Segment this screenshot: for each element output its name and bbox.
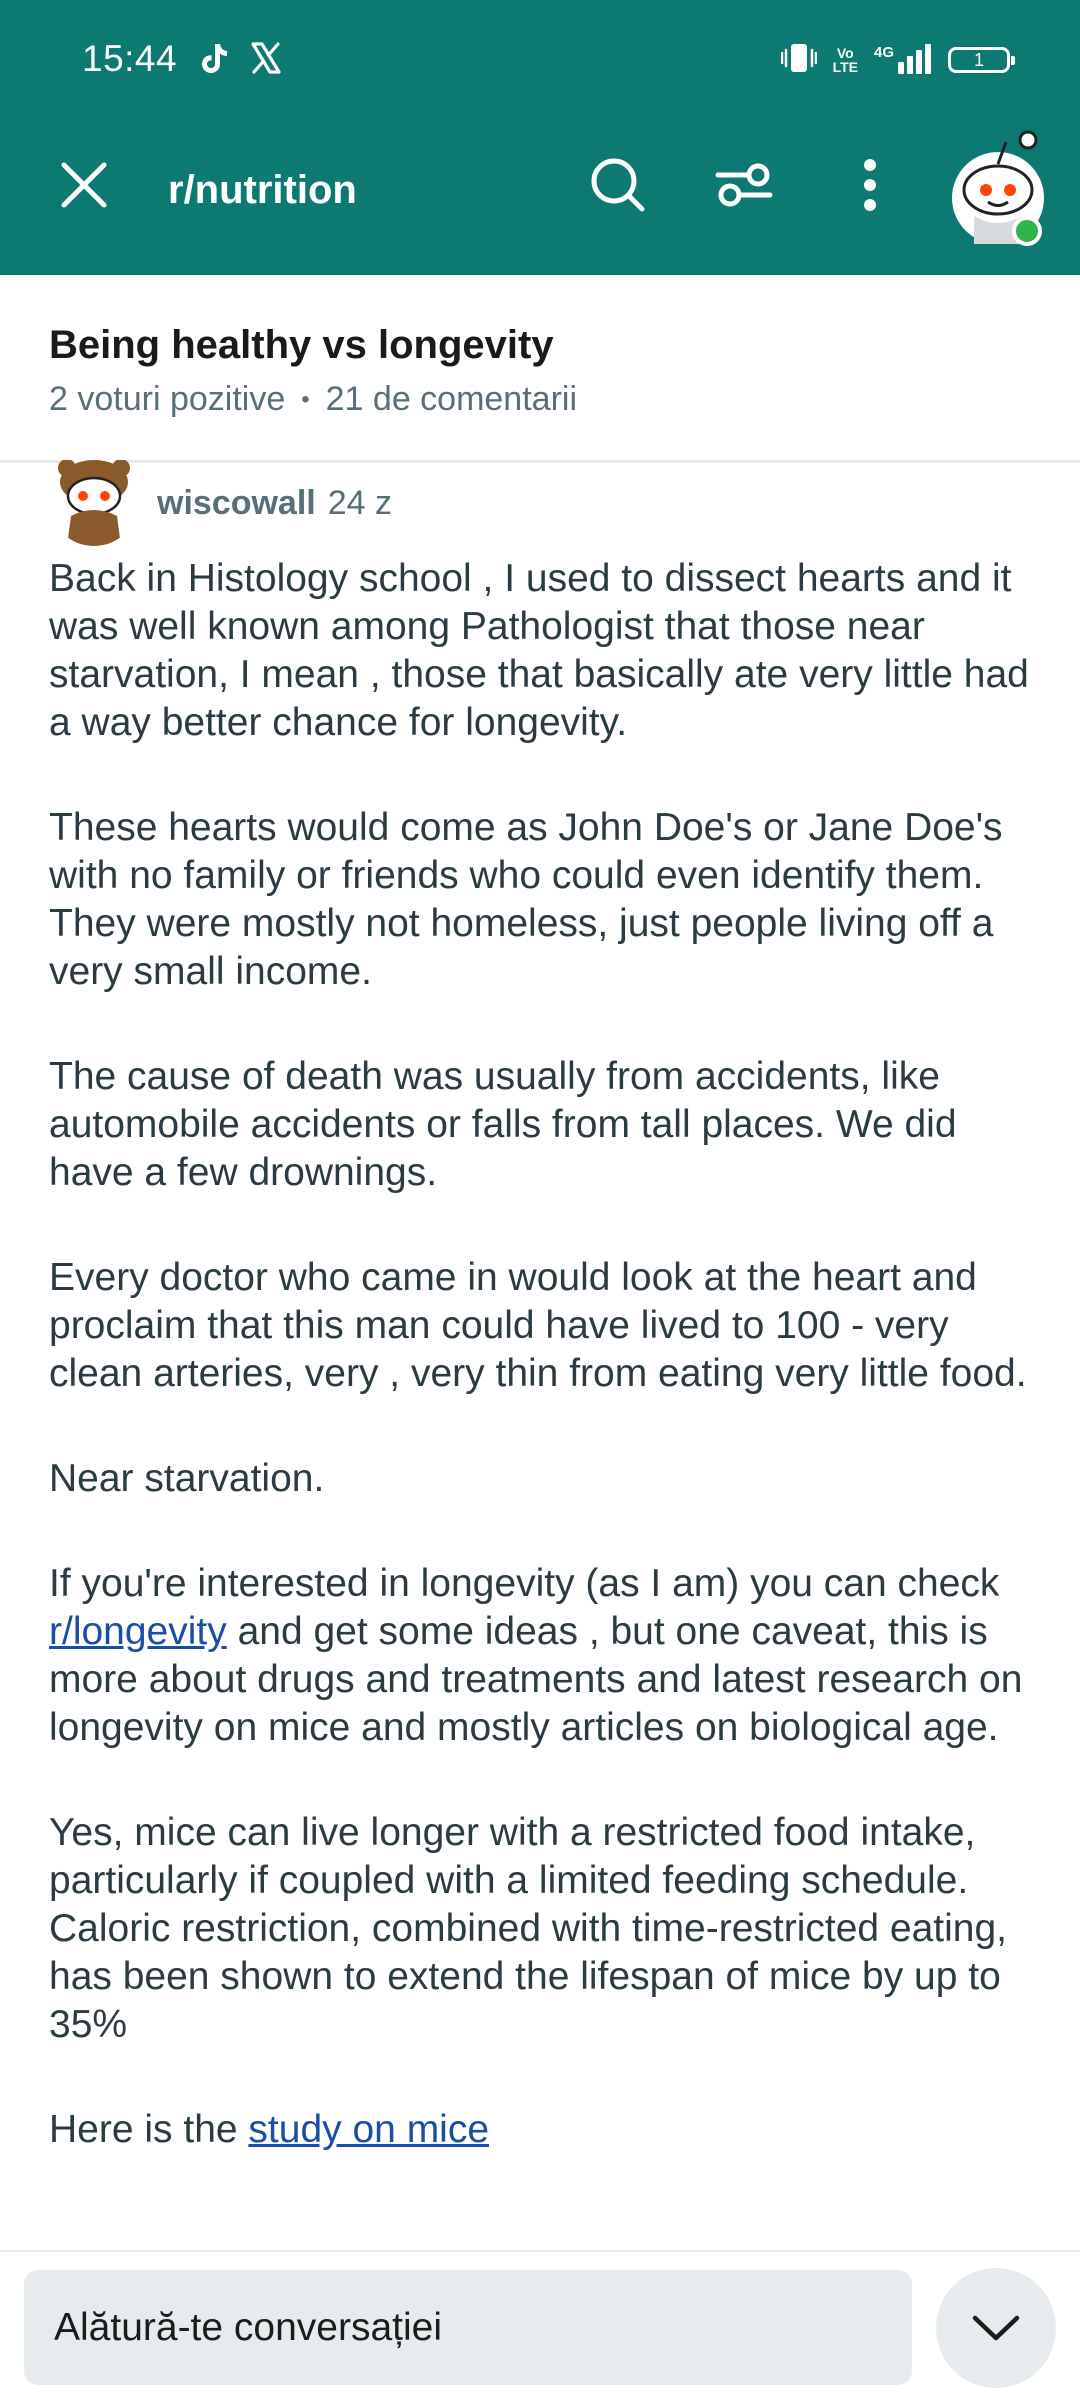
subreddit-name[interactable]: r/nutrition xyxy=(168,168,357,213)
upvote-count: 2 voturi pozitive xyxy=(49,380,286,418)
comment-age: 24 z xyxy=(327,483,392,522)
battery-level: 1 xyxy=(973,49,984,70)
tiktok-icon xyxy=(196,40,232,76)
signal-indicator: 4G xyxy=(874,44,932,76)
status-bar: 15:44 Vo LTE 4G 1 xyxy=(0,0,1080,120)
bottom-bar: Alătură-te conversației xyxy=(0,2250,1080,2400)
meta-separator: • xyxy=(301,385,310,413)
battery-icon: 1 xyxy=(948,47,1015,73)
filter-icon xyxy=(715,163,773,207)
vibrate-icon xyxy=(780,41,817,80)
status-indicators: Vo LTE 4G 1 xyxy=(780,40,1015,80)
comment-paragraph: Near starvation. xyxy=(49,1457,325,1500)
comment-header: wiscowall 24 z xyxy=(49,460,392,546)
search-icon xyxy=(591,158,645,212)
comment-author[interactable]: wiscowall xyxy=(157,484,316,523)
app-header: r/nutrition xyxy=(0,120,1080,275)
comment-author-avatar[interactable] xyxy=(49,460,139,546)
subreddit-link[interactable]: r/longevity xyxy=(49,1610,227,1653)
collapse-button[interactable] xyxy=(936,2268,1056,2388)
post-meta: 2 voturi pozitive • 21 de comentarii xyxy=(49,380,577,419)
volte-top: Vo xyxy=(836,45,854,61)
snoo-avatar-icon xyxy=(952,130,1044,246)
paragraph-text: Here is the xyxy=(49,2108,249,2151)
study-link[interactable]: study on mice xyxy=(248,2108,489,2151)
user-avatar[interactable] xyxy=(948,130,1048,246)
comment-paragraph: The cause of death was usually from acci… xyxy=(49,1055,957,1194)
volte-indicator: Vo LTE xyxy=(833,46,858,74)
chevron-down-icon xyxy=(972,2315,1020,2341)
close-button[interactable] xyxy=(44,145,124,225)
comment-body: Back in Histology school , I used to dis… xyxy=(49,555,1039,2211)
join-conversation-placeholder: Alătură-te conversației xyxy=(54,2305,443,2349)
comment-paragraph: Every doctor who came in would look at t… xyxy=(49,1256,1027,1395)
comment-paragraph: Yes, mice can live longer with a restric… xyxy=(49,1811,1008,2046)
post-title[interactable]: Being healthy vs longevity xyxy=(49,323,554,368)
app-screen: 15:44 Vo LTE 4G 1 r/nutrition Being heal… xyxy=(0,0,1080,2400)
join-conversation-input[interactable]: Alătură-te conversației xyxy=(24,2270,912,2385)
close-icon xyxy=(61,162,107,208)
search-button[interactable] xyxy=(578,145,658,225)
comment-paragraph: Back in Histology school , I used to dis… xyxy=(49,557,1029,744)
comment-paragraph: These hearts would come as John Doe's or… xyxy=(49,806,1003,993)
x-icon xyxy=(248,40,284,76)
paragraph-text: If you're interested in longevity (as I … xyxy=(49,1562,1000,1605)
comment-paragraph: If you're interested in longevity (as I … xyxy=(49,1560,1039,1752)
signal-bars-icon xyxy=(898,44,931,74)
comment-paragraph: Here is the study on mice xyxy=(49,2106,1039,2154)
status-time: 15:44 xyxy=(82,38,178,79)
more-options-button[interactable] xyxy=(830,145,910,225)
volte-bottom: LTE xyxy=(832,59,858,75)
post-header[interactable]: Being healthy vs longevity 2 voturi pozi… xyxy=(0,275,1080,463)
network-type: 4G xyxy=(873,44,894,61)
snoo-avatar-icon xyxy=(50,460,138,546)
filter-button[interactable] xyxy=(704,145,784,225)
comment-count: 21 de comentarii xyxy=(325,380,578,418)
more-icon xyxy=(864,159,876,211)
top-bar: 15:44 Vo LTE 4G 1 r/nutrition xyxy=(0,0,1080,275)
